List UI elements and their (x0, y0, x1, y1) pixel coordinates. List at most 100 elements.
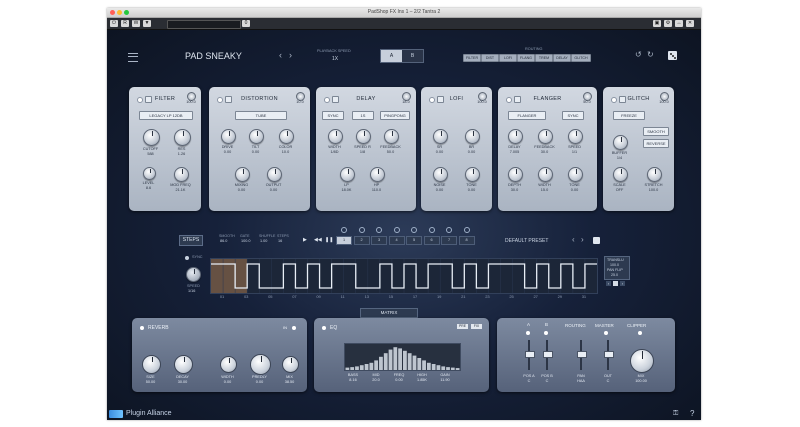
delay-speed-r-knob[interactable] (356, 129, 371, 144)
eq-band-value[interactable]: 0.00 (388, 378, 410, 383)
distortion-drive-knob[interactable] (221, 129, 236, 144)
filter-res-knob[interactable] (174, 129, 191, 146)
steps-button[interactable]: STEPS (179, 235, 203, 246)
pause-icon[interactable]: ❚❚ (325, 237, 333, 243)
eq-power-icon[interactable] (322, 326, 326, 330)
delay-rate-button[interactable]: 1S (352, 111, 374, 120)
translu-value[interactable]: 100.0 (610, 263, 619, 267)
sync-toggle[interactable] (185, 256, 189, 260)
step-graph[interactable] (210, 258, 598, 294)
preset-selector[interactable] (167, 20, 241, 29)
seq-smooth-value[interactable]: 86.0 (220, 239, 227, 243)
seq-steps-value[interactable]: 16 (278, 239, 282, 243)
router-fader-handle[interactable] (525, 351, 535, 358)
compare-icon[interactable]: ↔ (675, 20, 683, 27)
rewind-icon[interactable]: ◀◀ (314, 237, 322, 243)
delay-sync-button[interactable]: SYNC (322, 111, 344, 120)
step-tab-2[interactable]: 2 (353, 236, 370, 245)
menu-icon[interactable] (128, 53, 138, 62)
ab-a-button[interactable]: A (381, 50, 402, 62)
filter-cutoff-knob[interactable] (143, 129, 160, 146)
preset-name[interactable]: PAD SNEAKY (185, 51, 242, 61)
reverb-width-knob[interactable] (220, 355, 237, 373)
help-icon[interactable]: ? (690, 409, 694, 418)
seq-preset-prev-icon[interactable]: ‹ (572, 235, 575, 244)
eq-band-value[interactable]: 11.90 (434, 378, 456, 383)
routing-button-trem[interactable]: TREM (535, 54, 553, 62)
delay-pingpong-button[interactable]: PINGPONG (380, 111, 410, 120)
step-dot-1[interactable] (341, 227, 347, 233)
preset-prev-icon[interactable]: ‹ (279, 50, 282, 60)
routing-button-filter[interactable]: FILTER (463, 54, 481, 62)
matrix-tab[interactable]: MATRIX (360, 308, 418, 318)
pan-flip-value[interactable]: 25.0 (611, 273, 618, 277)
step-tab-4[interactable]: 4 (388, 236, 405, 245)
eq-fix-tag[interactable]: FIX (471, 324, 482, 329)
flanger-mode-button[interactable]: FLANGER (508, 111, 546, 120)
preset-next-icon[interactable]: › (289, 50, 292, 60)
routing-button-delay[interactable]: DELAY (553, 54, 571, 62)
gear-icon[interactable]: ⚙ (664, 20, 672, 27)
filter-mod-freq-knob[interactable] (174, 167, 189, 182)
seq-dice-icon[interactable] (593, 237, 600, 244)
delay-feedback-knob[interactable] (384, 129, 399, 144)
glitch-stretch-knob[interactable] (647, 167, 662, 182)
routing-button-flang[interactable]: FLANG (517, 54, 535, 62)
router-b-led[interactable] (544, 331, 548, 335)
routing-button-dist[interactable]: DIST (481, 54, 499, 62)
routing-button-glitch[interactable]: GLITCH (571, 54, 591, 62)
step-dot-3[interactable] (376, 227, 382, 233)
seq-shuffle-value[interactable]: 1.00 (260, 239, 267, 243)
glitch-buffer-knob[interactable] (613, 135, 628, 150)
step-dot-2[interactable] (358, 227, 365, 233)
step-dot-8[interactable] (463, 227, 470, 233)
lofi-sr-knob[interactable] (433, 129, 448, 144)
step-tab-7[interactable]: 7 (441, 236, 457, 245)
step-tab-6[interactable]: 6 (423, 236, 440, 245)
play-icon[interactable]: ▶ (303, 237, 307, 243)
router-fader-handle[interactable] (577, 351, 587, 358)
eq-band-value[interactable]: 8.16 (342, 378, 364, 383)
glitch-freeze-button[interactable]: FREEZE (613, 111, 645, 120)
flanger-feedback-knob[interactable] (538, 129, 553, 144)
eq-pre-tag[interactable]: PRE (457, 324, 468, 329)
redo-icon[interactable]: ↻ (647, 50, 654, 59)
delay-hp-knob[interactable] (370, 167, 385, 182)
distortion-color-knob[interactable] (279, 129, 294, 144)
step-dot-6[interactable] (428, 227, 435, 233)
reverb-decay-knob[interactable] (174, 354, 193, 374)
reverb-predly-knob[interactable] (250, 353, 271, 375)
read-button[interactable]: R (121, 20, 129, 27)
router-master-led[interactable] (604, 331, 608, 335)
distortion-output-knob[interactable] (267, 167, 282, 182)
distortion-type-dropdown[interactable]: TUBE (235, 111, 287, 120)
glitch-smooth-button[interactable]: SMOOTH (643, 127, 669, 136)
step-dot-4[interactable] (393, 227, 400, 233)
eq-band-value[interactable]: 20.0 (365, 378, 387, 383)
write-button[interactable]: W (132, 20, 140, 27)
router-fader-handle[interactable] (543, 351, 553, 358)
undo-icon[interactable]: ↺ (635, 50, 642, 59)
power-button[interactable]: ⏻ (110, 20, 118, 27)
router-fader-handle[interactable] (604, 351, 614, 358)
reverb-size-knob[interactable] (142, 354, 161, 374)
seq-grid-icon[interactable] (613, 281, 618, 286)
lofi-tone-knob[interactable] (465, 167, 480, 182)
seq-preset-next-icon[interactable]: › (581, 235, 584, 244)
filter-type-dropdown[interactable]: LEGACY LP 12DB (139, 111, 193, 120)
router-clipper-led[interactable] (638, 331, 642, 335)
flanger-width-knob[interactable] (538, 167, 553, 182)
close-plugin-icon[interactable]: ✕ (686, 20, 694, 27)
reverb-power-icon[interactable] (140, 326, 144, 330)
random-dice-icon[interactable] (668, 51, 677, 60)
lofi-noise-knob[interactable] (433, 167, 448, 182)
router-mix-knob[interactable] (630, 349, 654, 373)
playback-speed-value[interactable]: 1X (332, 56, 338, 62)
reverb-in-toggle[interactable] (292, 326, 296, 330)
flanger-delay-knob[interactable] (508, 129, 523, 144)
glitch-scale-knob[interactable] (613, 167, 628, 182)
delay-width-knob[interactable] (328, 129, 343, 144)
seq-next-icon[interactable]: › (620, 281, 625, 286)
step-dot-5[interactable] (411, 227, 417, 233)
flanger-speed-knob[interactable] (568, 129, 583, 144)
